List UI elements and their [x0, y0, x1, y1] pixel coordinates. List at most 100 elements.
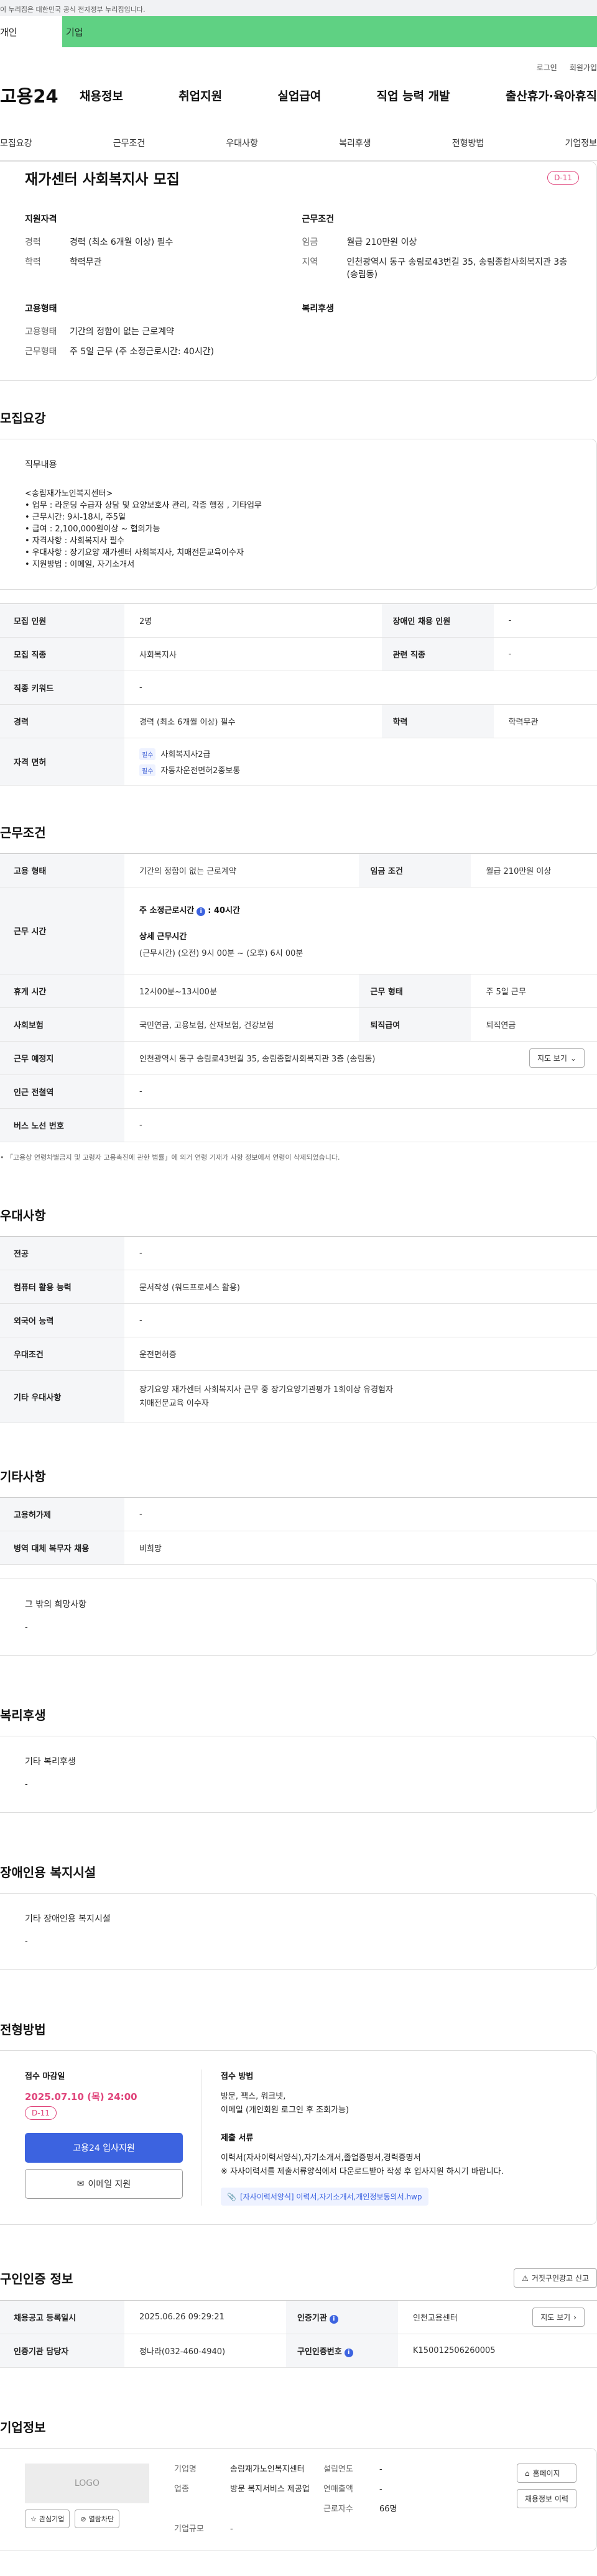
table-row: 기타 우대사항 장기요양 재가센터 사회복지사 근무 중 장기요양기관평가 1회이… — [0, 1370, 597, 1423]
label: 전공 — [0, 1236, 124, 1270]
gnb-unemployment[interactable]: 실업급여 — [277, 87, 321, 104]
label: 모집 인원 — [0, 603, 124, 638]
recruit-section-title: 모집요강 — [0, 411, 46, 426]
weekly-hours-label: 주 소정근로시간 — [139, 905, 195, 915]
tab-personal[interactable]: 개인 — [0, 16, 62, 47]
hope-value: - — [25, 1623, 28, 1632]
value: - — [493, 603, 597, 638]
label: 사회보험 — [0, 1007, 124, 1042]
interest-label: 관심기업 — [39, 2515, 65, 2523]
label: 경력 — [25, 237, 41, 247]
snb-apply[interactable]: 전형방법 — [452, 137, 484, 149]
license-list: 필수 사회복지사2급 필수 자동차운전면허2종보통 — [124, 738, 597, 786]
duty-line: • 업무 : 라운딩 수급자 상담 및 요양보호사 관리, 각종 행정 , 기타… — [25, 501, 262, 510]
welfare-heading: 복리후생 — [302, 304, 335, 314]
table-row: 전공 - — [0, 1236, 597, 1270]
work-table: 고용 형태 기간의 정함이 없는 근로계약 임금 조건 월급 210만원 이상 근무 … — [0, 853, 597, 1142]
hope-title: 그 밖의 희망사항 — [25, 1600, 87, 1610]
user-type-tabs: 개인 기업 — [0, 16, 597, 47]
email-apply-button[interactable]: ✉ 이메일 지원 — [25, 2169, 183, 2199]
report-button[interactable]: ⚠ 거짓구인광고 신고 — [514, 2268, 597, 2288]
mail-icon: ✉ — [76, 2179, 85, 2189]
cond-heading: 근무조건 — [302, 214, 335, 224]
value: 사회복지사 — [124, 637, 382, 671]
disabled-section-title: 장애인용 복지시설 — [0, 1865, 96, 1880]
disabled-box: 기타 장애인용 복지시설 - — [0, 1893, 597, 1970]
apply-box: 접수 마감일 2025.07.10 (목) 24:00 D-11 고용24 입사… — [0, 2050, 597, 2225]
label: 임금 조건 — [359, 853, 471, 887]
interest-button[interactable]: ☆ 관심기업 — [25, 2510, 70, 2528]
job-history-button[interactable]: 채용정보 이력 — [516, 2489, 576, 2508]
label: 우대조건 — [0, 1337, 124, 1371]
value: 학력무관 — [70, 257, 102, 267]
gnb-jobs[interactable]: 채용정보 — [80, 87, 123, 104]
gnb-training[interactable]: 직업 능력 개발 — [377, 87, 450, 104]
duty-line: • 자격사항 : 사회복지사 필수 — [25, 536, 125, 546]
table-row: 우대조건 운전면허증 — [0, 1337, 597, 1371]
value: - — [124, 1108, 597, 1142]
label: 고용 형태 — [0, 853, 124, 887]
table-row: 사회보험 국민연금, 고용보험, 산재보험, 건강보험 퇴직급여 퇴직연금 — [0, 1007, 597, 1042]
gov-banner: 이 누리집은 대한민국 공식 전자정부 누리집입니다. — [0, 0, 597, 16]
login-link[interactable]: 로그인 — [537, 62, 557, 73]
pref-section-title: 우대사항 — [0, 1208, 46, 1223]
table-row: 직종 키워드 - — [0, 671, 597, 705]
snb-company[interactable]: 기업정보 — [565, 137, 597, 149]
dday-badge: D-11 — [547, 171, 579, 185]
gnb-leave[interactable]: 출산휴가·육아휴직 — [506, 87, 597, 104]
snb-work[interactable]: 근무조건 — [113, 137, 146, 149]
label: 근무 형태 — [359, 974, 471, 1008]
table-row: 버스 노선 번호 - — [0, 1108, 597, 1142]
cert-table: 채용공고 등록일시 2025.06.26 09:29:21 인증기관 i 인천고용센… — [0, 2300, 597, 2368]
label: 버스 노선 번호 — [0, 1108, 124, 1142]
homepage-button[interactable]: ⌂ 홈페이지 — [516, 2464, 576, 2483]
value: - — [124, 1303, 597, 1337]
info-icon[interactable]: i — [344, 2348, 353, 2357]
label: 설립연도 — [323, 2465, 353, 2474]
table-row: 근무 예정지 인천광역시 동구 송림로43번길 35, 송림종합사회복지관 3층… — [0, 1041, 597, 1075]
map-button[interactable]: 지도 보기 › — [532, 2308, 585, 2327]
deadline-title: 접수 마감일 — [25, 2072, 65, 2081]
label: 기업규모 — [174, 2524, 204, 2534]
company-box: LOGO ☆ 관심기업 ⊘ 열람차단 기업명 송림재가노인복지센터 설립연도 - 업종 방… — [0, 2448, 597, 2551]
tab-company[interactable]: 기업 — [62, 16, 597, 47]
info-icon[interactable]: i — [197, 907, 206, 916]
label: 근무 시간 — [0, 887, 124, 974]
snb-welfare[interactable]: 복리후생 — [339, 137, 371, 149]
gnb-support[interactable]: 취업지원 — [178, 87, 222, 104]
table-row: 모집 인원 2명 장애인 채용 인원 - — [0, 603, 597, 638]
table-row: 인근 전철역 - — [0, 1075, 597, 1109]
block-icon: ⊘ — [80, 2514, 86, 2523]
value: 운전면허증 — [124, 1337, 597, 1371]
info-icon[interactable]: i — [329, 2314, 338, 2324]
site-logo[interactable]: 고용24 — [0, 82, 80, 108]
value: - — [124, 671, 597, 705]
file-download-link[interactable]: 📎 [자사이력서양식] 이력서,자기소개서,개인정보동의서.hwp — [221, 2188, 428, 2206]
value: K150012506260005 — [397, 2334, 597, 2368]
job-title: 재가센터 사회복지사 모집 — [25, 172, 180, 188]
snb-pref[interactable]: 우대사항 — [226, 137, 258, 149]
value: 방문 복지서비스 제공업 — [230, 2485, 310, 2494]
docs-title: 제출 서류 — [221, 2134, 254, 2143]
value: - — [124, 1497, 597, 1531]
value: - — [124, 1075, 597, 1109]
label: 자격 면허 — [0, 738, 124, 786]
table-row: 컴퓨터 활용 능력 문서작성 (워드프로세스 활용) — [0, 1270, 597, 1304]
dday-badge: D-11 — [25, 2106, 57, 2120]
apply-button[interactable]: 고용24 입사지원 — [25, 2133, 183, 2163]
map-button-label: 지도 보기 — [540, 2313, 571, 2322]
age-note: • 「고용상 연령차별금지 및 고령자 고용촉진에 관한 법률」에 의거 연령 … — [0, 1153, 340, 1162]
block-button[interactable]: ⊘ 열람차단 — [75, 2510, 120, 2528]
company-logo: LOGO — [25, 2464, 149, 2503]
license: 자동차운전면허2종보통 — [160, 766, 241, 776]
snb-recruit[interactable]: 모집요강 — [0, 137, 32, 149]
value: 장기요양 재가센터 사회복지사 근무 중 장기요양기관평가 1회이상 유경험자 … — [124, 1370, 597, 1423]
value: 비희망 — [124, 1531, 597, 1565]
map-button[interactable]: 지도 보기 ⌄ — [529, 1048, 585, 1068]
signup-link[interactable]: 회원가입 — [570, 62, 597, 73]
table-row: 고용 형태 기간의 정함이 없는 근로계약 임금 조건 월급 210만원 이상 — [0, 853, 597, 887]
value: 주 5일 근무 (주 소정근로시간: 40시간) — [70, 347, 215, 357]
value: - — [379, 2465, 382, 2474]
etc-section-title: 기타사항 — [0, 1469, 46, 1484]
value: 인천광역시 동구 송림로43번길 35, 송림종합사회복지관 3층 (송림동) — [346, 257, 568, 280]
